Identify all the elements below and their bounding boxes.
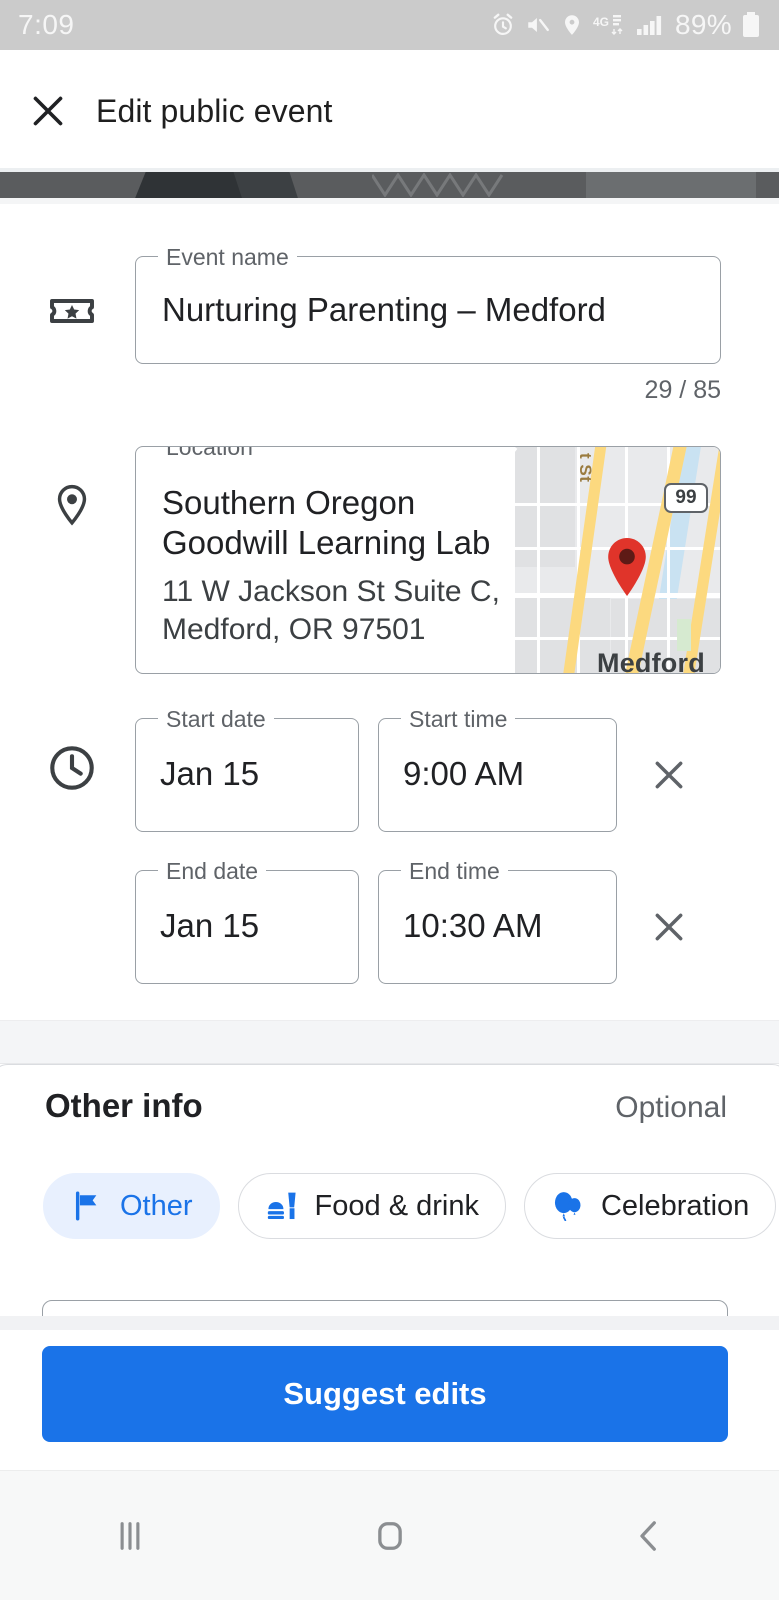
event-name-row-icon: [44, 286, 100, 336]
map-park: [677, 619, 691, 651]
end-time-value: 10:30 AM: [403, 907, 543, 944]
signal-bars-icon: [637, 16, 662, 35]
photo-shape-2: [231, 172, 301, 198]
bottom-divider: [0, 1316, 779, 1330]
battery-icon: [743, 12, 759, 37]
food-drink-icon: [267, 1192, 296, 1220]
clear-start-button[interactable]: [642, 748, 696, 802]
map-street-label: t St: [576, 453, 595, 483]
close-icon: [655, 913, 683, 941]
map-highway-shield: 99: [664, 483, 708, 513]
end-time-field[interactable]: End time 10:30 AM: [378, 858, 617, 984]
clear-end-button[interactable]: [642, 900, 696, 954]
photo-zigzag-pattern: [372, 173, 504, 197]
map-road-v1: [537, 447, 540, 673]
location-row-icon: [44, 482, 100, 528]
location-address: 11 W Jackson St Suite C, Medford, OR 975…: [162, 575, 500, 646]
start-date-value: Jan 15: [160, 755, 260, 792]
chip-food-drink-label: Food & drink: [314, 1189, 479, 1222]
clock-icon: [50, 746, 94, 790]
status-icons: 4G 89%: [490, 9, 761, 41]
map-city-label: Medford: [597, 648, 705, 673]
chip-other-label: Other: [120, 1189, 193, 1222]
event-photo-strip[interactable]: [0, 172, 779, 198]
4g-lte-icon: 4G: [593, 15, 623, 35]
other-info-title: Other info: [45, 1087, 203, 1124]
home-icon: [377, 1521, 402, 1550]
alarm-icon: [493, 13, 513, 35]
chip-other[interactable]: Other: [43, 1173, 220, 1239]
event-name-value: Nurturing Parenting – Medford: [162, 291, 606, 328]
end-date-field[interactable]: End date Jan 15: [135, 858, 359, 984]
mute-icon: [528, 17, 549, 33]
phone-screen: 7:09 4G 89% Edit public event Event name…: [0, 0, 779, 1600]
start-date-label: Start date: [158, 706, 274, 733]
event-name-label: Event name: [158, 244, 297, 271]
status-time: 7:09: [18, 9, 75, 40]
other-info-card: Other info Optional Other Food & drink C…: [0, 1064, 779, 1330]
location-pin-icon: [57, 484, 87, 526]
location-map-thumbnail[interactable]: t St 99 Medford: [515, 447, 720, 673]
status-bar: 7:09 4G 89%: [0, 0, 779, 50]
close-button[interactable]: [0, 91, 96, 131]
event-name-counter: 29 / 85: [644, 376, 721, 404]
back-icon: [640, 1520, 657, 1551]
suggest-edits-button[interactable]: Suggest edits: [42, 1346, 728, 1442]
map-block-2: [515, 597, 610, 673]
other-info-optional-label: Optional: [615, 1091, 727, 1124]
chip-food-drink[interactable]: Food & drink: [237, 1173, 506, 1239]
start-date-field[interactable]: Start date Jan 15: [135, 706, 359, 832]
location-name: Southern Oregon Goodwill Learning Lab: [162, 484, 491, 561]
page-title: Edit public event: [96, 92, 333, 129]
chip-celebration-label: Celebration: [600, 1189, 750, 1222]
close-icon: [655, 761, 683, 789]
location-label: Location: [158, 447, 261, 461]
chip-celebration[interactable]: Celebration: [523, 1173, 777, 1239]
map-marker-icon: [608, 538, 646, 596]
end-date-label: End date: [158, 858, 267, 885]
end-date-value: Jan 15: [160, 907, 260, 944]
android-nav-bar: [0, 1470, 779, 1600]
close-icon: [33, 96, 63, 126]
ticket-icon: [50, 299, 94, 323]
battery-percent: 89%: [675, 9, 732, 40]
location-icon: [565, 15, 580, 35]
balloon-icon: [554, 1192, 581, 1222]
schedule-row-icon: [44, 742, 100, 794]
end-time-label: End time: [401, 858, 508, 885]
flag-icon: [75, 1191, 97, 1221]
recents-button[interactable]: [0, 1515, 260, 1557]
category-chip-list: Other Food & drink Celebration: [43, 1173, 777, 1239]
recents-icon: [120, 1521, 140, 1550]
back-button[interactable]: [519, 1515, 779, 1557]
svg-text:4G: 4G: [593, 15, 609, 29]
location-field[interactable]: Location Southern Oregon Goodwill Learni…: [135, 446, 721, 674]
home-button[interactable]: [260, 1515, 520, 1557]
photo-shape-3: [586, 172, 756, 198]
start-time-value: 9:00 AM: [403, 755, 525, 792]
app-bar: Edit public event: [0, 50, 779, 172]
section-separator: [0, 1020, 779, 1064]
start-time-label: Start time: [401, 706, 516, 733]
start-time-field[interactable]: Start time 9:00 AM: [378, 706, 617, 832]
event-form: Event name Nurturing Parenting – Medford…: [0, 204, 779, 1044]
event-name-field[interactable]: Event name Nurturing Parenting – Medford: [135, 244, 721, 364]
